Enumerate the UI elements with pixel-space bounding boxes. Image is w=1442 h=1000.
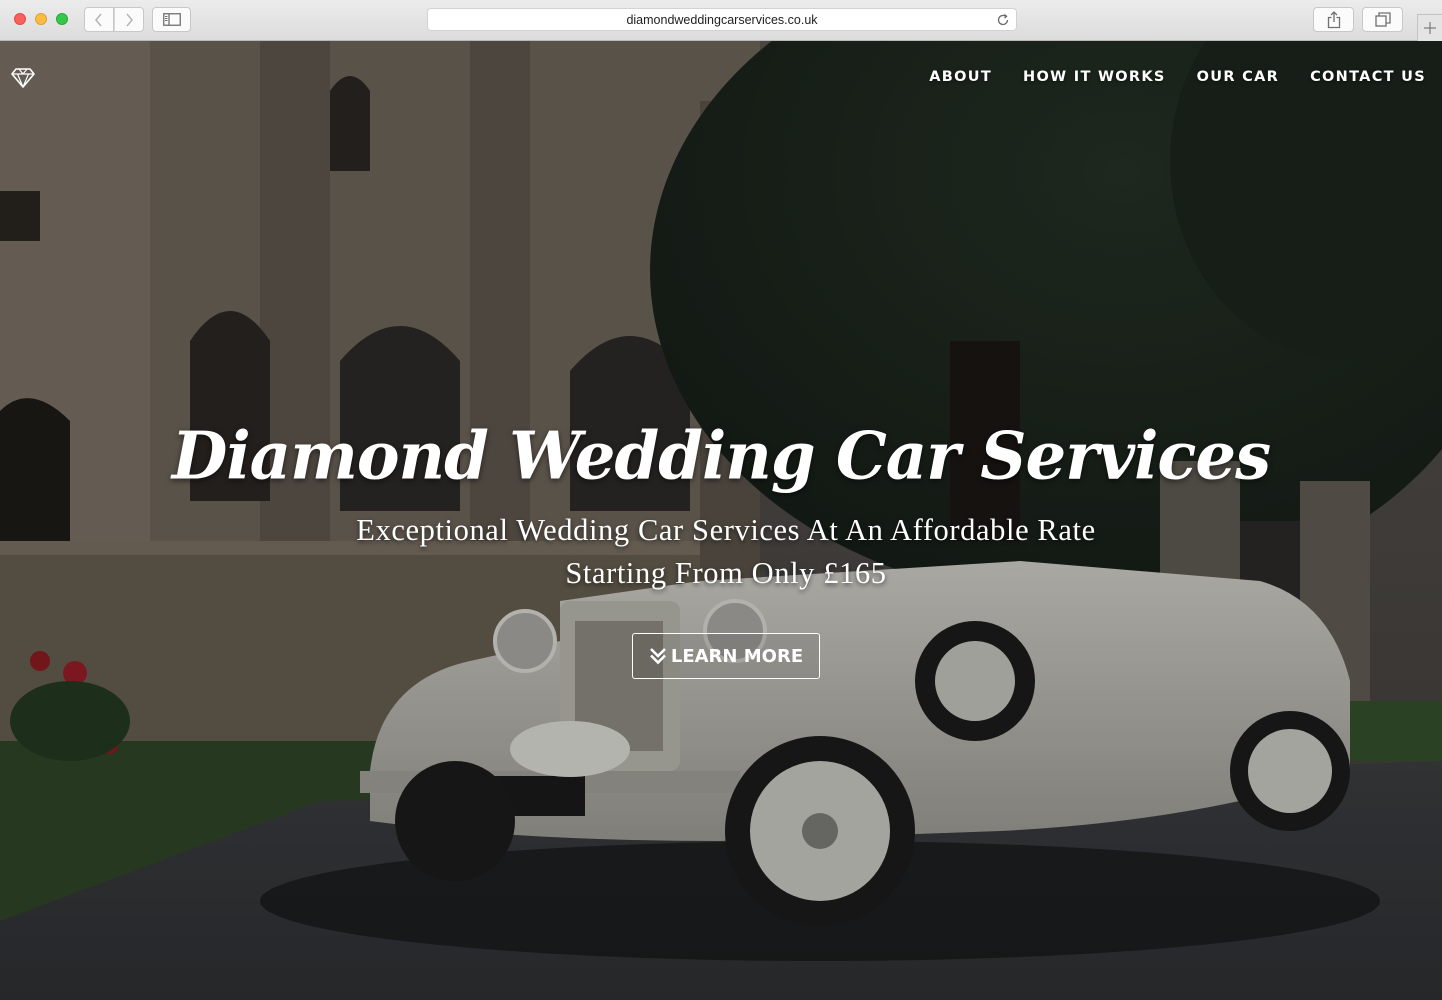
share-button[interactable]	[1313, 7, 1354, 32]
hero-price-line: Starting From Only £165	[565, 556, 887, 590]
learn-more-label: LEARN MORE	[670, 645, 804, 667]
sidebar-icon	[162, 13, 181, 26]
minimize-window-button[interactable]	[35, 13, 47, 25]
zoom-window-button[interactable]	[56, 13, 68, 25]
sidebar-toggle-button[interactable]	[152, 7, 191, 32]
main-nav: ABOUT HOW IT WORKS OUR CAR CONTACT US	[898, 69, 1426, 85]
tabs-icon	[1374, 12, 1391, 27]
url-text: diamondweddingcarservices.co.uk	[626, 12, 818, 27]
hero-section: ABOUT HOW IT WORKS OUR CAR CONTACT US Di…	[0, 41, 1442, 1000]
nav-link-about[interactable]: ABOUT	[929, 69, 992, 85]
share-icon	[1327, 10, 1340, 28]
hero-title: Diamond Wedding Car Services	[171, 418, 1271, 495]
chevron-right-icon	[126, 13, 133, 26]
nav-link-contact-us[interactable]: CONTACT US	[1310, 69, 1426, 85]
chevron-left-icon	[95, 13, 102, 26]
address-bar[interactable]: diamondweddingcarservices.co.uk	[427, 8, 1017, 31]
hero-subtitle: Exceptional Wedding Car Services At An A…	[356, 513, 1096, 547]
new-tab-button[interactable]	[1417, 14, 1442, 41]
browser-toolbar: diamondweddingcarservices.co.uk	[0, 0, 1442, 41]
plus-icon	[1424, 22, 1436, 34]
double-chevron-down-icon	[649, 648, 666, 665]
nav-link-how-it-works[interactable]: HOW IT WORKS	[1023, 69, 1166, 85]
show-tabs-button[interactable]	[1362, 7, 1403, 32]
reload-icon[interactable]	[996, 13, 1010, 27]
learn-more-button[interactable]: LEARN MORE	[632, 633, 820, 679]
diamond-icon[interactable]	[11, 68, 35, 88]
close-window-button[interactable]	[14, 13, 26, 25]
forward-button[interactable]	[114, 7, 144, 32]
nav-link-our-car[interactable]: OUR CAR	[1197, 69, 1279, 85]
back-button[interactable]	[84, 7, 114, 32]
